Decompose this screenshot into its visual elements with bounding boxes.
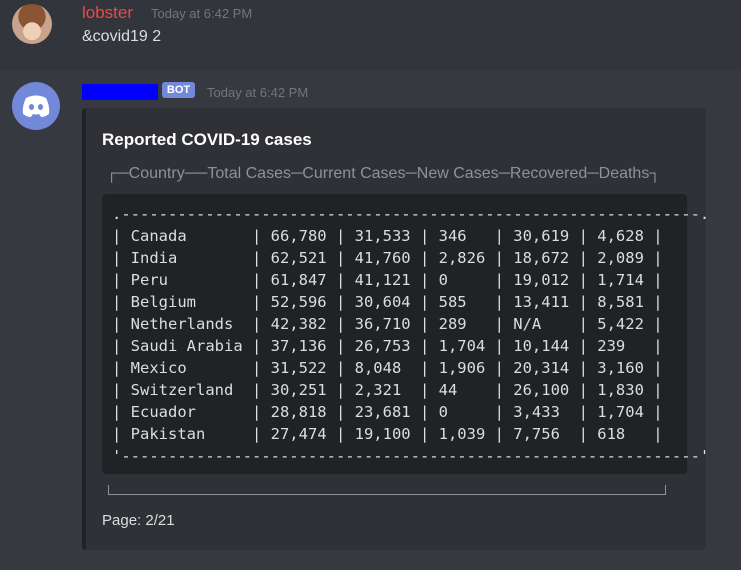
table-row: | Saudi Arabia | 37,136 | 26,753 | 1,704… — [112, 337, 663, 355]
table-row: | India | 62,521 | 41,760 | 2,826 | 18,6… — [112, 249, 663, 267]
message-timestamp: Today at 6:42 PM — [151, 6, 253, 21]
code-block: .---------------------------------------… — [102, 194, 709, 474]
table-border-bottom: '---------------------------------------… — [112, 447, 710, 465]
embed: Reported COVID-19 cases ┌─Country──Total… — [82, 108, 709, 550]
message-content: &covid19 2 — [82, 28, 162, 45]
table-border-top: .---------------------------------------… — [112, 205, 710, 223]
table-header-line: ┌─Country──Total Cases─Current Cases─New… — [106, 165, 661, 182]
user-avatar[interactable] — [12, 4, 52, 44]
table-row: | Canada | 66,780 | 31,533 | 346 | 30,61… — [112, 227, 663, 245]
table-row: | Switzerland | 30,251 | 2,321 | 44 | 26… — [112, 381, 663, 399]
ascii-table: .---------------------------------------… — [112, 203, 709, 467]
message-timestamp: Today at 6:42 PM — [207, 85, 309, 100]
redacted-username — [82, 84, 158, 100]
table-row: | Pakistan | 27,474 | 19,100 | 1,039 | 7… — [112, 425, 663, 443]
embed-title: Reported COVID-19 cases — [102, 130, 312, 149]
bot-avatar[interactable] — [12, 82, 60, 130]
table-row: | Ecuador | 28,818 | 23,681 | 0 | 3,433 … — [112, 403, 663, 421]
discord-logo-icon — [22, 95, 50, 117]
table-row: | Belgium | 52,596 | 30,604 | 585 | 13,4… — [112, 293, 663, 311]
bottom-bracket — [108, 485, 666, 495]
table-row: | Mexico | 31,522 | 8,048 | 1,906 | 20,3… — [112, 359, 663, 377]
table-row: | Netherlands | 42,382 | 36,710 | 289 | … — [112, 315, 663, 333]
table-row: | Peru | 61,847 | 41,121 | 0 | 19,012 | … — [112, 271, 663, 289]
message-author[interactable]: lobster — [82, 3, 133, 23]
embed-footer: Page: 2/21 — [102, 512, 175, 529]
user-message: lobster Today at 6:42 PM &covid19 2 — [0, 0, 741, 70]
bot-badge: BOT — [162, 82, 195, 98]
